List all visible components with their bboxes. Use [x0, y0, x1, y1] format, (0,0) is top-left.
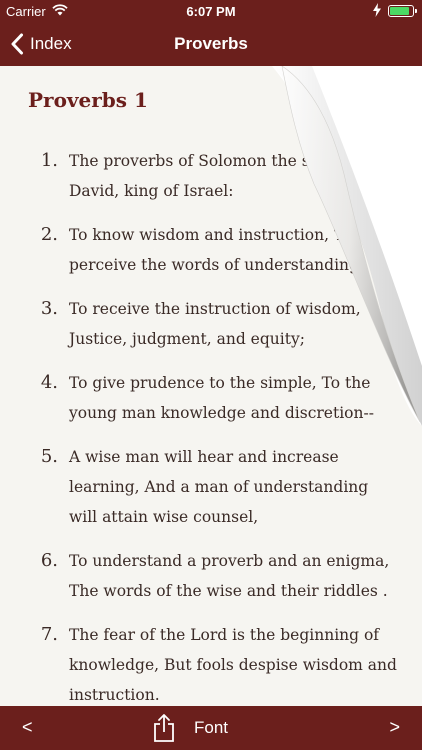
page-title: Proverbs	[174, 34, 248, 53]
verse-item: 3. To receive the instruction of wisdom, …	[0, 294, 422, 354]
verse-text: To give prudence to the simple, To the y…	[69, 374, 374, 422]
verse-item: 4. To give prudence to the simple, To the…	[0, 368, 422, 428]
reading-area[interactable]: Proverbs 1 1. The proverbs of Solomon the…	[0, 66, 422, 706]
previous-chapter-button[interactable]: <	[22, 717, 33, 738]
verse-number: 7.	[40, 624, 58, 645]
charging-icon	[373, 3, 381, 17]
verse-item: 5. A wise man will hear and increase lear…	[0, 442, 422, 532]
navigation-bar: Index Proverbs	[0, 22, 422, 66]
verse-text: The fear of the Lord is the beginning of…	[69, 626, 397, 704]
chapter-title: Proverbs 1	[28, 88, 148, 112]
verse-text: The proverbs of Solomon the son of David…	[69, 152, 349, 200]
verse-text: A wise man will hear and increase learni…	[69, 448, 369, 526]
verse-text: To receive the instruction of wisdom, Ju…	[69, 300, 361, 348]
verse-number: 1.	[40, 150, 58, 171]
verse-item: 1. The proverbs of Solomon the son of Dav…	[0, 146, 422, 206]
font-button[interactable]: Font	[194, 718, 228, 737]
verse-list: 1. The proverbs of Solomon the son of Dav…	[0, 146, 422, 706]
font-button-wrapper: Font	[0, 718, 422, 738]
verse-item: 6. To understand a proverb and an enigma,…	[0, 546, 422, 606]
verse-item: 7. The fear of the Lord is the beginning …	[0, 620, 422, 706]
share-icon[interactable]	[152, 713, 176, 743]
next-chapter-button[interactable]: >	[389, 717, 400, 738]
battery-icon	[388, 5, 417, 17]
battery-fill	[390, 7, 409, 15]
verse-item: 2. To know wisdom and instruction, To per…	[0, 220, 422, 280]
verse-number: 3.	[40, 298, 58, 319]
verse-number: 5.	[40, 446, 58, 467]
verse-number: 4.	[40, 372, 58, 393]
verse-text: To know wisdom and instruction, To perce…	[69, 226, 364, 274]
verse-number: 2.	[40, 224, 58, 245]
verse-number: 6.	[40, 550, 58, 571]
battery-nub	[415, 9, 417, 13]
bottom-toolbar: < Font >	[0, 706, 422, 750]
status-bar: Carrier 6:07 PM	[0, 0, 422, 22]
clock: 6:07 PM	[186, 4, 236, 19]
verse-text: To understand a proverb and an enigma, T…	[69, 552, 390, 600]
